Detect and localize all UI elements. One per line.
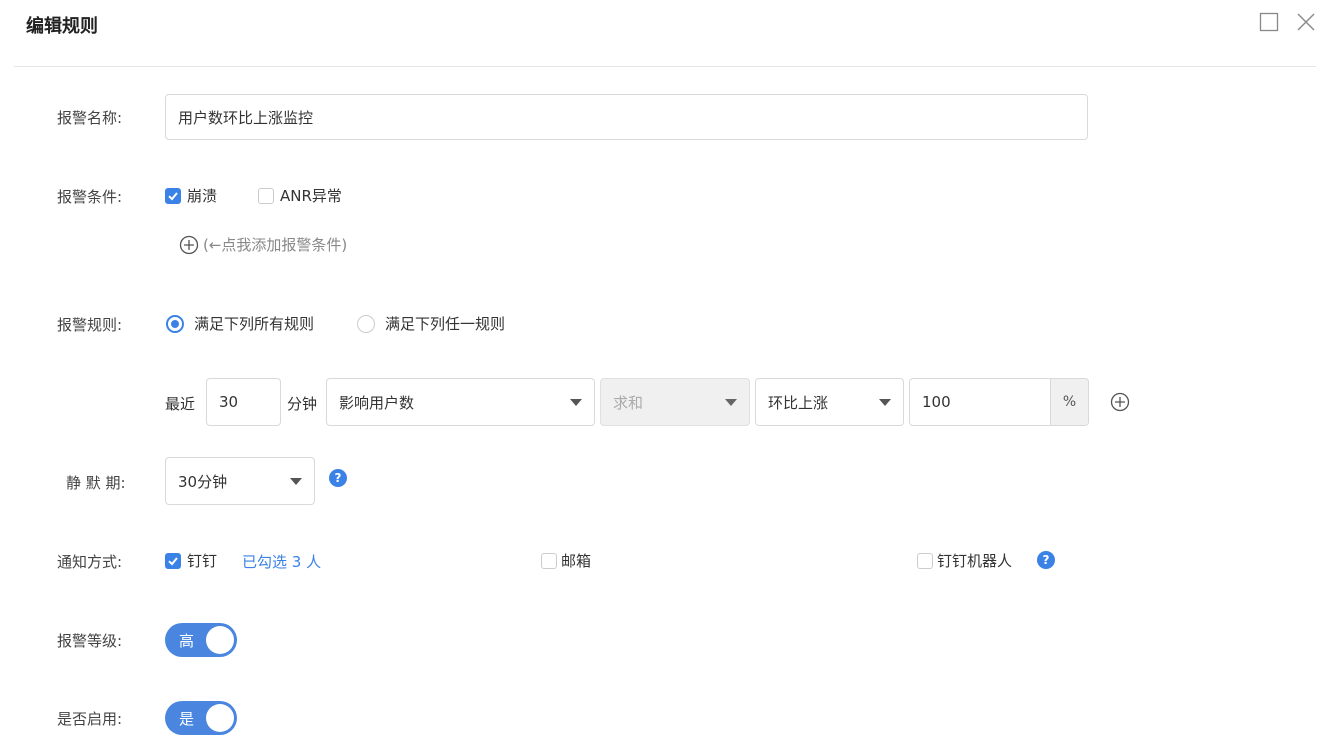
toggle-knob — [206, 626, 234, 654]
add-circle-icon — [179, 235, 199, 254]
rule-comparison-select[interactable]: 环比上涨 — [755, 378, 904, 426]
notify-dingtalk-bot-checkbox[interactable]: 钉钉机器人 — [917, 550, 1012, 571]
rule-comparison-value: 环比上涨 — [768, 393, 829, 412]
radio-selected-icon — [166, 314, 184, 333]
rule-prefix-label: 最近 — [165, 395, 196, 413]
rule-metric-value: 影响用户数 — [339, 393, 415, 412]
add-condition-hint: (←点我添加报警条件) — [203, 236, 348, 254]
add-circle-icon — [1110, 392, 1130, 412]
checkbox-unchecked-icon — [258, 187, 274, 204]
rule-threshold-value: 100 — [922, 393, 951, 411]
condition-crash-checkbox[interactable]: 崩溃 — [165, 185, 217, 206]
help-icon[interactable]: ? — [1037, 551, 1055, 569]
notify-email-checkbox[interactable]: 邮箱 — [541, 550, 591, 571]
alert-level-toggle[interactable]: 高 — [165, 623, 237, 657]
close-icon[interactable] — [1296, 12, 1316, 32]
alert-rules-label: 报警规则: — [57, 316, 123, 334]
rule-aggregation-select[interactable]: 求和 — [600, 378, 750, 426]
notify-email-label: 邮箱 — [561, 552, 592, 570]
rule-metric-select[interactable]: 影响用户数 — [326, 378, 595, 426]
header-divider — [14, 66, 1316, 67]
chevron-down-icon — [570, 398, 582, 406]
chevron-down-icon — [879, 398, 891, 406]
checkbox-checked-icon — [165, 552, 181, 569]
chevron-down-icon — [725, 398, 737, 406]
condition-anr-checkbox[interactable]: ANR异常 — [258, 185, 342, 206]
rule-threshold-unit: % — [1050, 379, 1088, 425]
enabled-toggle-text: 是 — [179, 709, 195, 728]
enabled-label: 是否启用: — [57, 710, 123, 728]
checkbox-unchecked-icon — [541, 552, 557, 569]
condition-crash-label: 崩溃 — [187, 187, 218, 205]
alert-name-label: 报警名称: — [57, 109, 123, 127]
rule-threshold-input[interactable]: 100 % — [909, 378, 1089, 426]
radio-unselected-icon — [357, 314, 375, 333]
dialog-title: 编辑规则 — [26, 16, 98, 37]
notify-dingtalk-bot-label: 钉钉机器人 — [937, 552, 1013, 570]
rule-any-label: 满足下列任一规则 — [385, 315, 506, 333]
silence-period-label: 静 默 期: — [66, 474, 126, 492]
alert-level-toggle-text: 高 — [179, 631, 195, 650]
enabled-toggle[interactable]: 是 — [165, 701, 237, 735]
notify-dingtalk-checkbox[interactable]: 钉钉 — [165, 550, 217, 571]
rule-any-radio[interactable]: 满足下列任一规则 — [357, 313, 505, 334]
toggle-knob — [206, 704, 234, 732]
rule-minutes-unit: 分钟 — [287, 395, 318, 413]
chevron-down-icon — [290, 477, 302, 485]
notify-dingtalk-label: 钉钉 — [187, 552, 218, 570]
add-rule-button[interactable] — [1110, 392, 1130, 416]
rule-aggregation-value: 求和 — [613, 393, 644, 412]
checkbox-checked-icon — [165, 187, 181, 204]
silence-period-select[interactable]: 30分钟 — [165, 457, 315, 505]
rule-minutes-input[interactable]: 30 — [206, 378, 281, 426]
silence-period-value: 30分钟 — [178, 472, 228, 491]
alert-name-input[interactable]: 用户数环比上涨监控 — [165, 94, 1088, 140]
selected-recipients-link[interactable]: 已勾选 3 人 — [242, 551, 321, 572]
help-icon[interactable]: ? — [329, 469, 347, 487]
notify-method-label: 通知方式: — [57, 553, 123, 571]
add-condition-button[interactable]: (←点我添加报警条件) — [179, 234, 347, 255]
alert-name-value: 用户数环比上涨监控 — [178, 108, 314, 127]
rule-all-label: 满足下列所有规则 — [194, 315, 315, 333]
rule-minutes-value: 30 — [219, 393, 239, 411]
checkbox-unchecked-icon — [917, 552, 933, 569]
alert-conditions-label: 报警条件: — [57, 188, 123, 206]
rule-all-radio[interactable]: 满足下列所有规则 — [166, 313, 314, 334]
maximize-icon[interactable] — [1259, 12, 1279, 32]
alert-level-label: 报警等级: — [57, 632, 123, 650]
condition-anr-label: ANR异常 — [280, 187, 342, 205]
